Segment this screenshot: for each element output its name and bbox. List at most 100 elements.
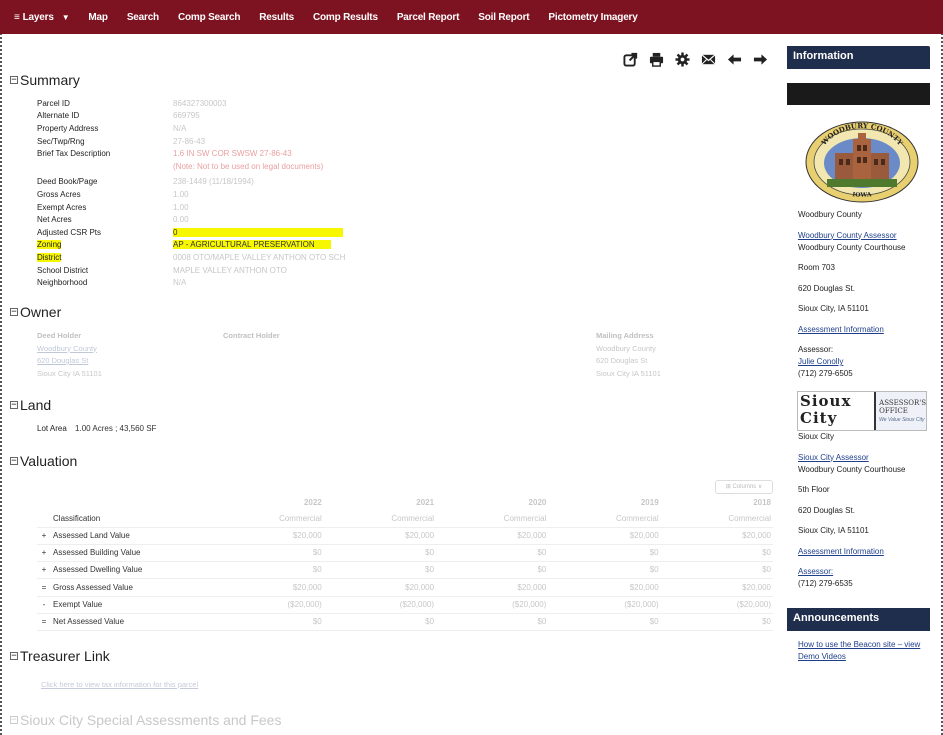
lot-area-value: 1.00 Acres ; 43,560 SF <box>75 424 157 433</box>
share-icon[interactable] <box>622 52 638 68</box>
summary-row: Brief Tax Description 1.6 IN SW COR SWSW … <box>37 147 345 160</box>
city-city: Sioux City, IA 51101 <box>798 526 869 535</box>
summary-label: Property Address <box>37 123 99 133</box>
nav-soil-report[interactable]: Soil Report <box>478 12 529 23</box>
mailing-street: 620 Douglas St <box>596 356 648 365</box>
announcement-demo-videos-link[interactable]: How to use the Beacon site – view Demo V… <box>798 639 930 663</box>
year-header[interactable]: 2021 <box>324 494 436 510</box>
city-street: 620 Douglas St. <box>798 505 855 515</box>
summary-row: Exempt Acres 1.00 <box>37 201 345 214</box>
row-operator[interactable]: + <box>37 527 52 545</box>
county-room: Room 703 <box>798 263 835 272</box>
nav-comp-search[interactable]: Comp Search <box>178 12 240 23</box>
row-operator: = <box>37 578 52 597</box>
row-label: Net Assessed Value <box>51 613 212 631</box>
mailing-name: Woodbury County <box>596 343 656 353</box>
nav-results[interactable]: Results <box>259 12 294 23</box>
summary-label: Gross Acres <box>37 189 81 199</box>
row-value: $20,000 <box>660 527 773 545</box>
classification-value: Commercial <box>548 510 661 528</box>
lot-area-row: Lot Area 1.00 Acres ; 43,560 SF <box>37 424 156 433</box>
classification-value: Commercial <box>323 510 437 528</box>
row-value: ($20,000) <box>436 596 549 614</box>
summary-section-header[interactable]: − Summary <box>10 72 80 88</box>
collapse-icon: − <box>10 307 18 317</box>
spacer-cell <box>37 510 52 528</box>
arrow-right-icon[interactable] <box>752 52 768 68</box>
summary-value: 0.00 <box>173 215 189 225</box>
row-value: ($20,000) <box>660 596 773 614</box>
nav-parcel-report[interactable]: Parcel Report <box>397 12 460 23</box>
summary-row: Deed Book/Page 238-1449 (11/18/1994) <box>37 176 345 189</box>
deed-holder-address-link[interactable]: 620 Douglas St <box>37 355 102 368</box>
tax-info-link[interactable]: Click here to view tax information for t… <box>41 680 198 689</box>
row-value: $0 <box>548 561 661 579</box>
row-operator: = <box>37 613 52 631</box>
county-name: Woodbury County <box>798 210 862 219</box>
county-assessment-info-link[interactable]: Assessment Information <box>798 324 905 336</box>
row-value: $0 <box>436 613 549 631</box>
summary-row: Property Address N/A <box>37 122 345 135</box>
columns-button[interactable]: ⊞ Columns ∨ <box>715 480 773 494</box>
gear-icon[interactable] <box>674 52 690 68</box>
valuation-row: + Assessed Building Value $0 $0 $0 $0 $0 <box>37 544 773 562</box>
county-assessor-name-link[interactable]: Julie Conolly <box>798 356 905 368</box>
summary-value: 27-86-43 <box>173 136 206 146</box>
row-operator[interactable]: + <box>37 561 52 579</box>
nav-layers[interactable]: ≡ Layers ▼ <box>14 12 70 23</box>
row-label: Exempt Value <box>51 596 212 614</box>
deed-holder-name-link[interactable]: Woodbury County <box>37 343 102 356</box>
main-content: − Summary Parcel ID 864327300003 Alternate… <box>8 34 778 735</box>
valuation-section-header[interactable]: − Valuation <box>10 453 77 469</box>
deed-holder-column: Deed Holder Woodbury County 620 Douglas … <box>37 330 102 380</box>
print-icon[interactable] <box>648 52 664 68</box>
row-value: ($20,000) <box>323 596 437 614</box>
arrow-left-icon[interactable] <box>726 52 742 68</box>
highlighted-value: 0 <box>173 227 344 237</box>
row-value: $0 <box>211 561 324 579</box>
summary-row: District 0008 OTO/MAPLE VALLEY ANTHON OTO… <box>37 251 345 264</box>
row-value: $0 <box>323 544 437 562</box>
row-value: $0 <box>211 613 324 631</box>
contract-holder-column: Contract Holder <box>223 330 280 343</box>
summary-label: Parcel ID <box>37 98 70 108</box>
owner-section-header[interactable]: − Owner <box>10 304 61 320</box>
chevron-down-icon: ▼ <box>61 12 70 22</box>
spacer-cell <box>51 494 211 510</box>
row-value: $0 <box>660 561 773 579</box>
contract-holder-header: Contract Holder <box>223 331 280 340</box>
year-header[interactable]: 2019 <box>548 494 660 510</box>
logo-tagline: We Value Sioux City <box>879 417 925 423</box>
summary-value: 864327300003 <box>173 98 227 108</box>
nav-comp-results[interactable]: Comp Results <box>313 12 378 23</box>
summary-row: Adjusted CSR Pts 0 <box>37 226 345 239</box>
email-icon[interactable] <box>700 52 716 68</box>
year-header[interactable]: 2018 <box>661 494 773 510</box>
city-courthouse: Woodbury County Courthouse <box>798 464 906 474</box>
year-header[interactable]: 2022 <box>211 494 323 510</box>
summary-value: 1.6 IN SW COR SWSW 27-86-43 <box>173 149 292 159</box>
nav-search[interactable]: Search <box>127 12 159 23</box>
city-assessor-link[interactable]: Sioux City Assessor <box>798 452 905 464</box>
summary-label: Adjusted CSR Pts <box>37 227 102 237</box>
city-assessment-info-link[interactable]: Assessment Information <box>798 546 905 558</box>
land-section-header[interactable]: − Land <box>10 397 51 413</box>
sioux-city-assessor-logo: Sioux City ASSESSOR'S OFFICE We Value Si… <box>797 391 927 431</box>
city-assessor-label-link[interactable]: Assessor: <box>798 566 905 578</box>
nav-pictometry-imagery[interactable]: Pictometry Imagery <box>548 12 637 23</box>
city-floor: 5th Floor <box>798 485 830 494</box>
deed-holder-header: Deed Holder <box>37 331 82 340</box>
year-header[interactable]: 2020 <box>436 494 548 510</box>
assessors-office-logo-text: ASSESSOR'S OFFICE <box>879 399 926 415</box>
row-label: Gross Assessed Value <box>51 578 212 597</box>
information-sidebar: Information WOODBURY COUNTY IOWA Woodbur… <box>787 46 930 735</box>
row-value: ($20,000) <box>211 596 324 614</box>
special-assessments-section-header[interactable]: − Sioux City Special Assessments and Fee… <box>10 712 281 728</box>
county-assessor-link[interactable]: Woodbury County Assessor <box>798 230 905 242</box>
city-name: Sioux City <box>798 432 835 441</box>
announcements-header: Announcements <box>787 608 930 631</box>
treasurer-section-header[interactable]: − Treasurer Link <box>10 648 110 664</box>
nav-map[interactable]: Map <box>88 12 108 23</box>
lot-area-label: Lot Area <box>37 424 67 433</box>
row-operator[interactable]: + <box>37 544 52 562</box>
